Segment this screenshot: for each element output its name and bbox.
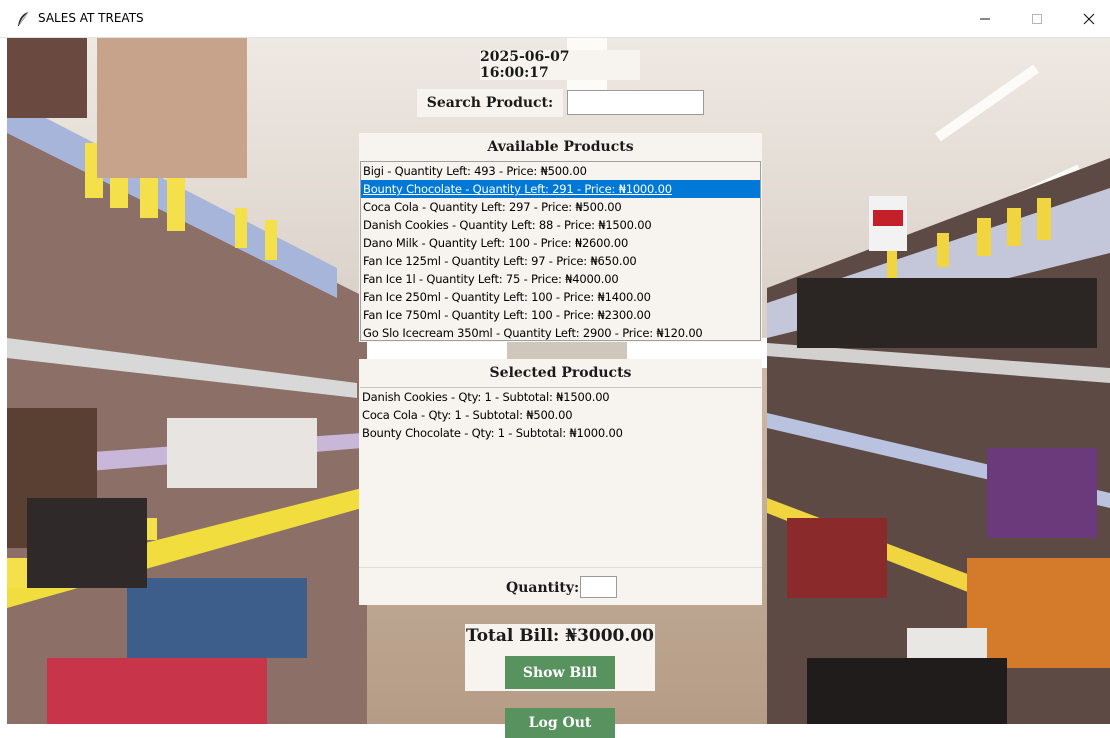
- logout-button[interactable]: Log Out: [505, 708, 615, 738]
- list-item[interactable]: Coca Cola - Quantity Left: 297 - Price: …: [361, 198, 760, 216]
- list-item[interactable]: Fan Ice 1l - Quantity Left: 75 - Price: …: [361, 270, 760, 288]
- list-item[interactable]: Go Slo Icecream 350ml - Quantity Left: 2…: [361, 324, 760, 340]
- quantity-label: Quantity:: [506, 580, 580, 596]
- show-bill-button[interactable]: Show Bill: [505, 656, 615, 689]
- list-item[interactable]: Fan Ice 750ml - Quantity Left: 100 - Pri…: [361, 306, 760, 324]
- list-item[interactable]: Danish Cookies - Quantity Left: 88 - Pri…: [361, 216, 760, 234]
- total-bill-label: Total Bill: ₦3000.00: [466, 626, 654, 646]
- quantity-row: Quantity:: [359, 567, 762, 605]
- quantity-input[interactable]: [580, 576, 617, 598]
- title-bar: SALES AT TREATS: [0, 0, 1110, 38]
- minimize-button[interactable]: [960, 0, 1010, 38]
- list-item[interactable]: Fan Ice 250ml - Quantity Left: 100 - Pri…: [361, 288, 760, 306]
- list-item[interactable]: Bigi - Quantity Left: 493 - Price: ₦500.…: [361, 162, 760, 180]
- list-item[interactable]: Danish Cookies - Qty: 1 - Subtotal: ₦150…: [360, 388, 761, 406]
- search-label: Search Product:: [417, 89, 563, 117]
- list-item-selected[interactable]: Bounty Chocolate - Quantity Left: 291 - …: [361, 180, 760, 198]
- list-item[interactable]: Bounty Chocolate - Qty: 1 - Subtotal: ₦1…: [360, 424, 761, 442]
- minimize-icon: [980, 18, 990, 20]
- available-products-list[interactable]: Bigi - Quantity Left: 493 - Price: ₦500.…: [360, 161, 761, 341]
- available-products-heading: Available Products: [487, 139, 634, 155]
- datetime-label: 2025-06-07 16:00:17: [480, 49, 640, 81]
- available-products-panel: Available Products Bigi - Quantity Left:…: [359, 133, 762, 342]
- list-item[interactable]: Fan Ice 125ml - Quantity Left: 97 - Pric…: [361, 252, 760, 270]
- list-item[interactable]: Coca Cola - Qty: 1 - Subtotal: ₦500.00: [360, 406, 761, 424]
- feather-icon: [18, 11, 29, 26]
- selected-products-panel: Selected Products Danish Cookies - Qty: …: [359, 359, 762, 605]
- list-item[interactable]: Dano Milk - Quantity Left: 100 - Price: …: [361, 234, 760, 252]
- selected-products-heading: Selected Products: [489, 365, 632, 381]
- search-input[interactable]: [567, 90, 704, 115]
- close-button[interactable]: [1064, 0, 1110, 38]
- maximize-button[interactable]: [1012, 0, 1062, 38]
- window-title: SALES AT TREATS: [38, 11, 144, 25]
- maximize-icon: [1032, 14, 1042, 24]
- close-icon: [1083, 13, 1095, 25]
- selected-products-list[interactable]: Danish Cookies - Qty: 1 - Subtotal: ₦150…: [360, 387, 761, 567]
